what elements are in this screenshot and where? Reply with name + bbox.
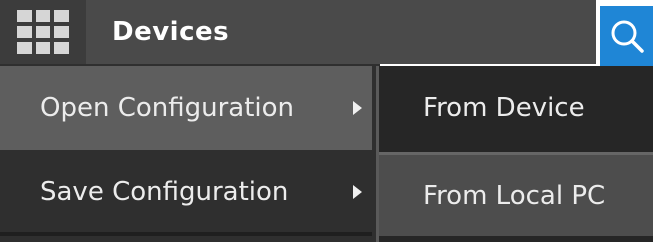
menu-divider (0, 232, 372, 236)
menu-item-open-configuration[interactable]: Open Configuration (0, 66, 372, 150)
search-button[interactable] (600, 6, 653, 66)
menu-item-label: Open Configuration (40, 93, 295, 123)
chevron-right-icon (353, 185, 362, 199)
submenu-item-from-device[interactable]: From Device (379, 66, 653, 150)
header-title-bar: Devices (86, 0, 596, 64)
top-bar: Devices (0, 0, 653, 66)
submenu-item-label: From Local PC (423, 180, 606, 211)
menu-item-label: Save Configuration (40, 177, 289, 207)
menu-item-save-configuration[interactable]: Save Configuration (0, 150, 372, 234)
search-icon (611, 20, 644, 53)
apps-menu-button[interactable] (0, 0, 86, 64)
submenu-item-label: From Device (423, 93, 585, 123)
page-title: Devices (112, 17, 230, 47)
submenu-item-from-local-pc[interactable]: From Local PC (379, 152, 653, 236)
open-configuration-submenu: From Device From Local PC (376, 66, 653, 242)
devices-menu: Open Configuration Save Configuration (0, 64, 380, 242)
grid-icon (17, 10, 69, 54)
chevron-right-icon (353, 101, 362, 115)
app-window: Devices Open Configuration Save Configur… (0, 0, 653, 242)
